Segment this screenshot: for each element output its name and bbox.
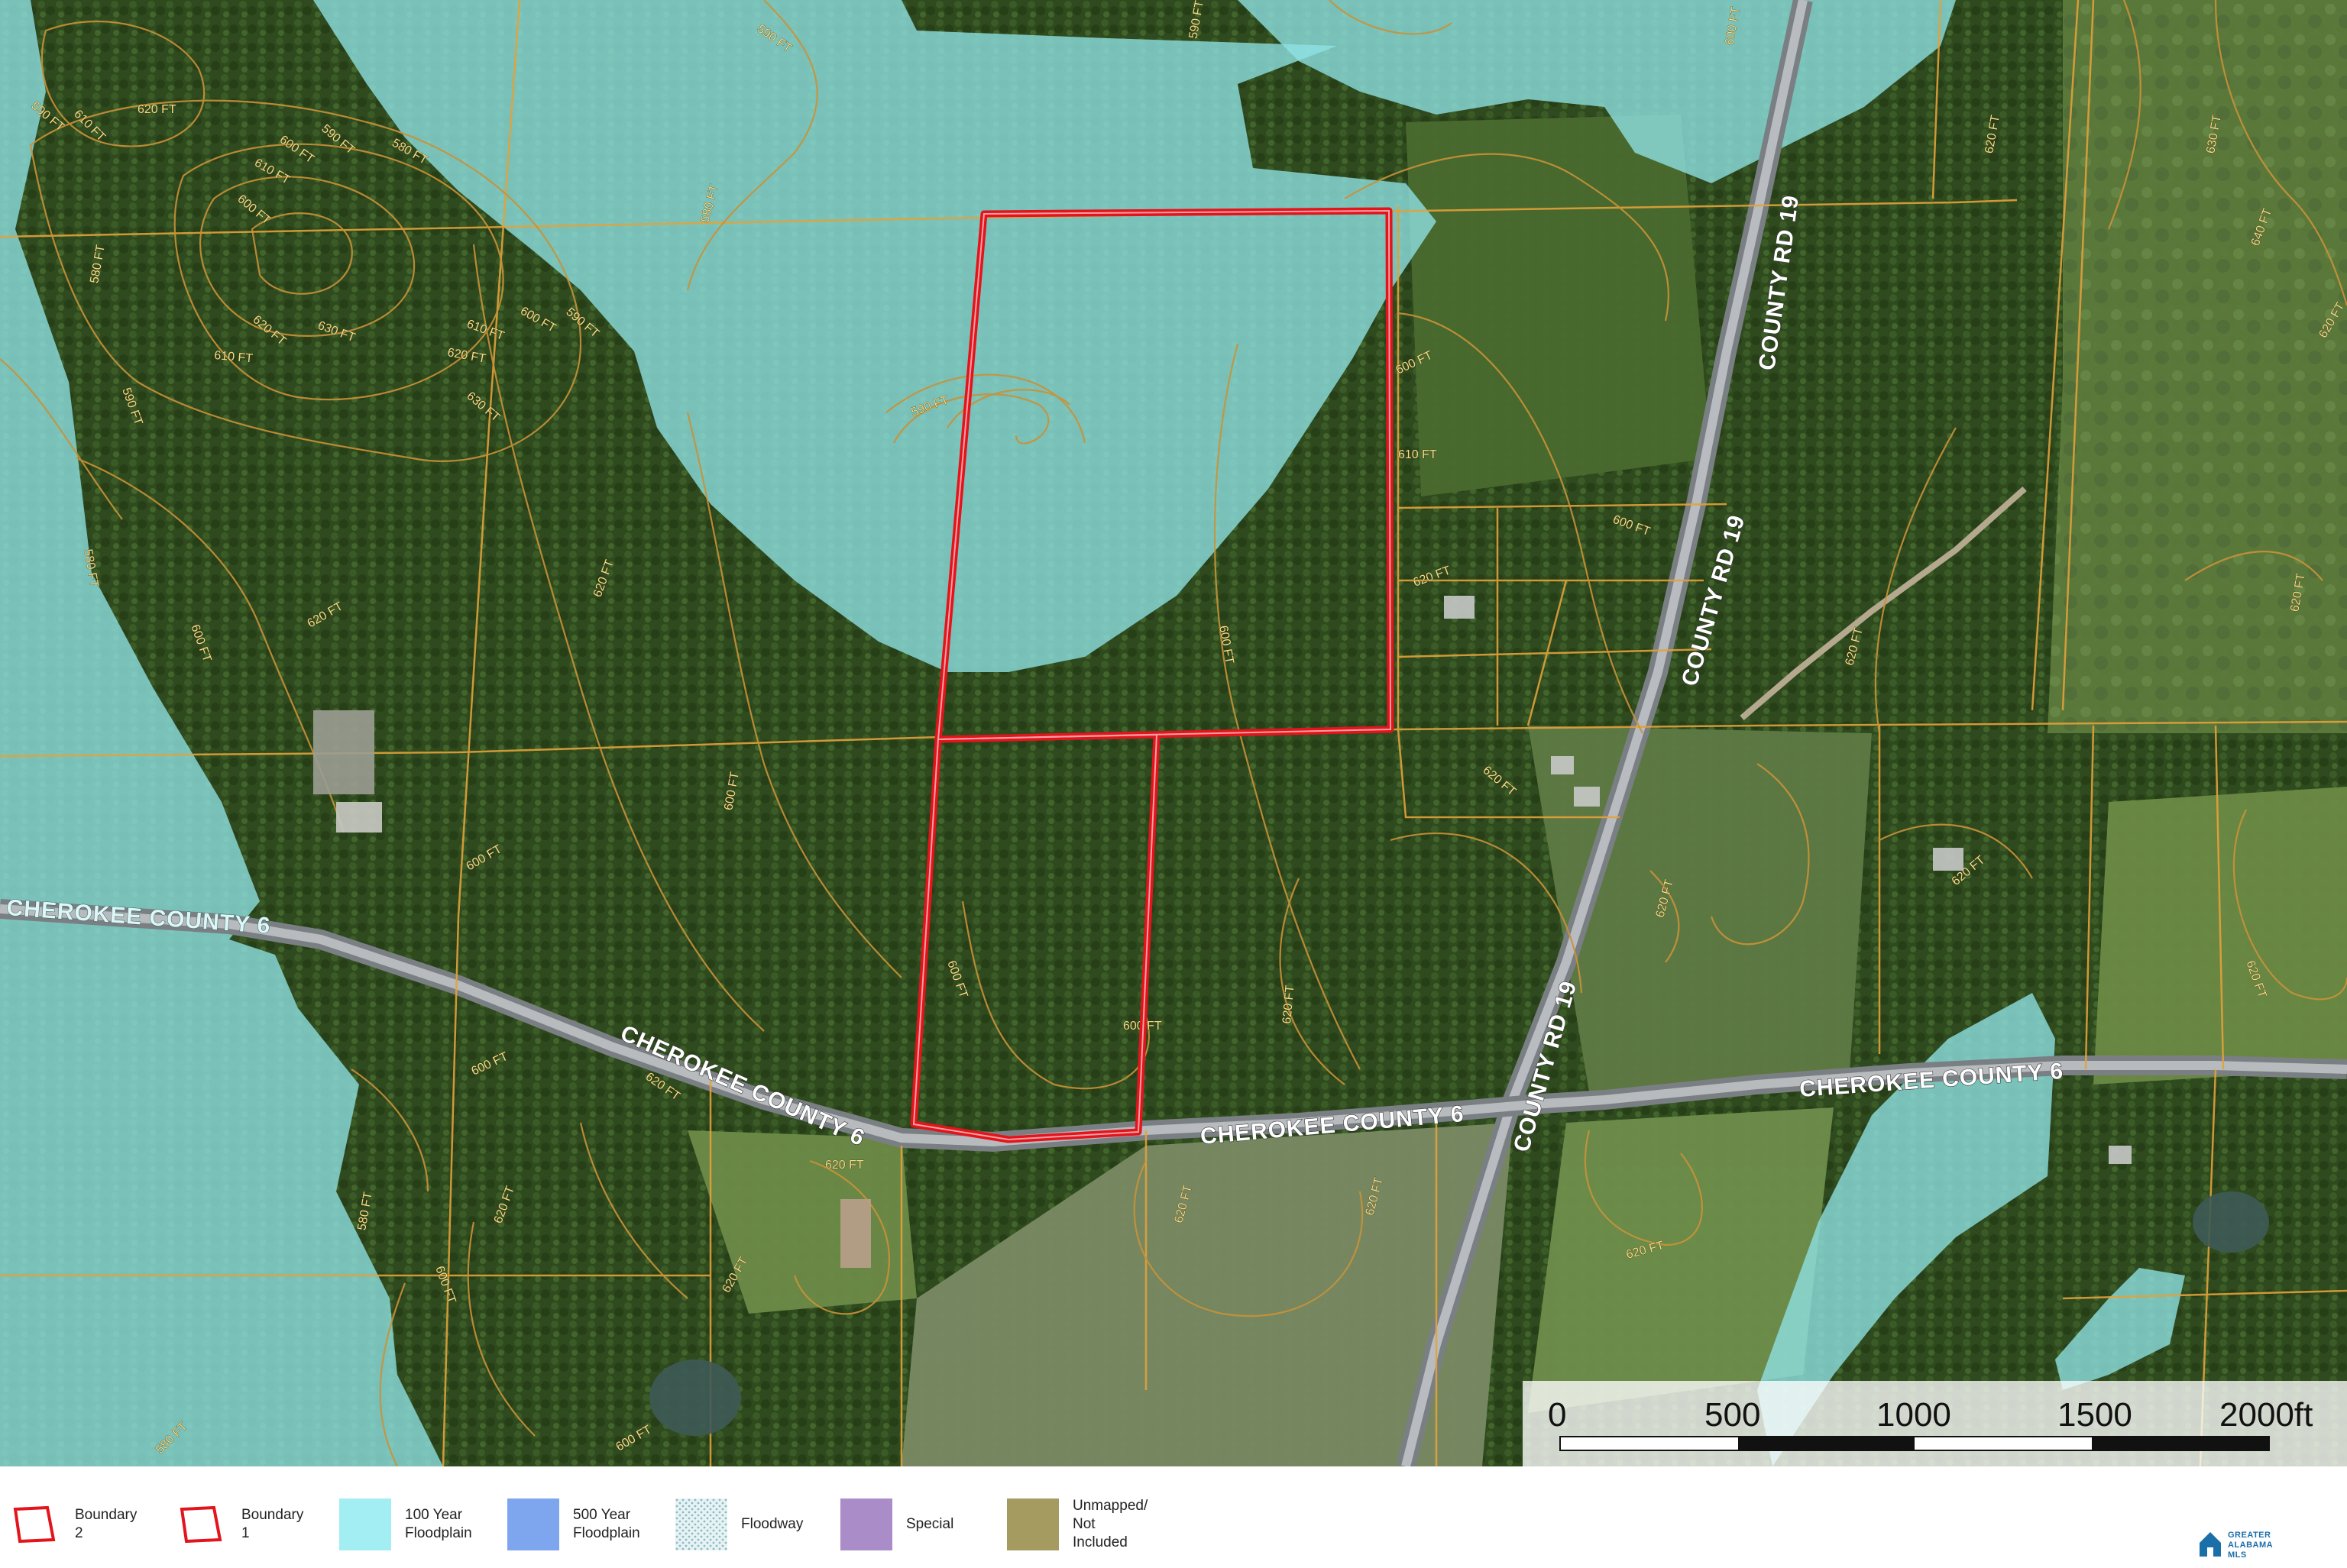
aerial-map[interactable]: 590 FT 590 FT 600 FT 590 FT 610 FT 620 F… <box>0 0 2347 1466</box>
scale-label-1500: 1500 <box>2057 1396 2132 1434</box>
scale-segment-2 <box>1737 1437 1915 1450</box>
svg-text:620 FT: 620 FT <box>825 1159 864 1172</box>
legend-label-special: Special <box>906 1516 954 1532</box>
greater-alabama-mls-logo: GREATER ALABAMA MLS <box>2197 1528 2327 1566</box>
legend-label-unmapped: Unmapped/ Not Included <box>1073 1498 1148 1550</box>
brand-text: GREATER ALABAMA MLS <box>2228 1531 2273 1560</box>
legend-label-floodway: Floodway <box>741 1516 804 1532</box>
legend-label-boundary-1: Boundary 1 <box>241 1507 304 1541</box>
scale-bar-track <box>1559 1436 2270 1451</box>
floodplain-500-swatch <box>507 1498 559 1550</box>
unmapped-swatch <box>1007 1498 1059 1550</box>
floodplain-100-swatch <box>339 1498 391 1550</box>
boundary-2-icon <box>13 1505 56 1544</box>
scale-label-2000: 2000ft <box>2219 1396 2313 1434</box>
legend-label-floodplain-100: 100 Year Floodplain <box>405 1507 472 1541</box>
floodway-swatch <box>675 1498 727 1550</box>
brand-line-1: GREATER <box>2228 1531 2271 1540</box>
boundary-1-icon <box>180 1505 222 1544</box>
scale-label-1000: 1000 <box>1876 1396 1951 1434</box>
scale-segment-4 <box>2091 1437 2268 1450</box>
scale-segment-1 <box>1561 1437 1738 1450</box>
scale-bar: 0 500 1000 1500 2000ft <box>1523 1381 2347 1466</box>
legend-label-floodplain-500: 500 Year Floodplain <box>573 1507 640 1541</box>
scale-label-0: 0 <box>1548 1396 1567 1434</box>
brand-line-2: ALABAMA <box>2228 1541 2274 1550</box>
svg-text:620 FT: 620 FT <box>138 103 176 116</box>
special-swatch <box>840 1498 892 1550</box>
scale-segment-3 <box>1915 1437 2092 1450</box>
scale-label-500: 500 <box>1704 1396 1761 1434</box>
house-icon <box>2200 1532 2221 1557</box>
map-legend: Boundary 2 Boundary 1 100 Year Floodplai… <box>0 1466 2347 1568</box>
legend-label-boundary-2: Boundary 2 <box>75 1507 138 1541</box>
svg-text:610 FT: 610 FT <box>1398 448 1437 461</box>
brand-line-3: MLS <box>2228 1550 2247 1560</box>
